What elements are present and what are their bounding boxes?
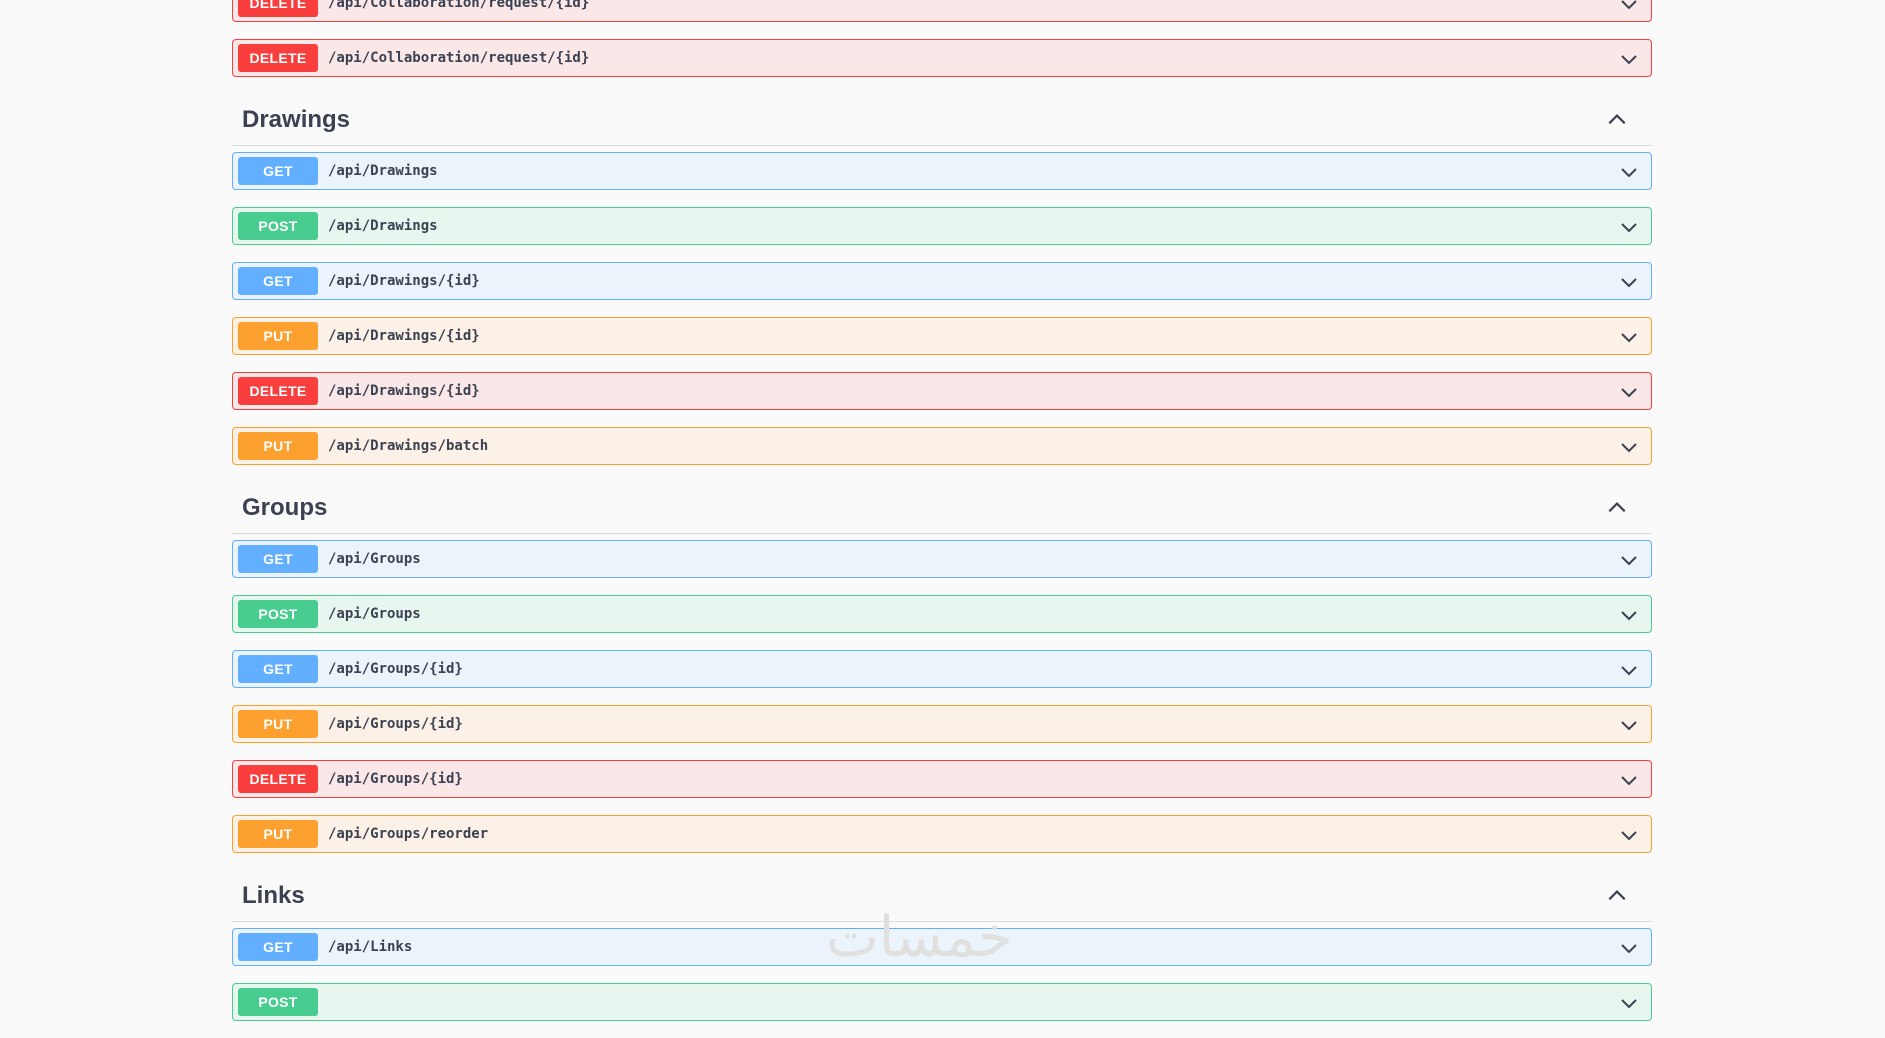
chevron-down-icon[interactable] [1619,715,1639,735]
operation-row-put[interactable]: PUT/api/Drawings/{id} [232,317,1652,355]
method-badge: GET [238,267,318,295]
operation-row-post[interactable]: POST [232,983,1652,1021]
operation-row-get[interactable]: GET/api/Groups [232,540,1652,578]
operation-row-get[interactable]: GET/api/Links [232,928,1652,966]
method-badge: GET [238,933,318,961]
endpoint-path: /api/Drawings/{id} [328,328,480,344]
chevron-down-icon[interactable] [1619,437,1639,457]
section-header-links[interactable]: Links [232,870,1652,922]
endpoint-path: /api/Drawings/batch [328,438,489,454]
chevron-up-icon[interactable] [1606,497,1628,519]
operation-row-delete[interactable]: DELETE/api/Collaboration/request/{id} [232,39,1652,77]
method-badge: GET [238,545,318,573]
method-badge: POST [238,212,318,240]
section-title: Links [242,881,305,909]
method-badge: GET [238,655,318,683]
section-title: Groups [242,493,328,521]
endpoint-path: /api/Groups [328,551,421,567]
endpoint-path: /api/Drawings [328,218,438,234]
endpoint-path: /api/Drawings/{id} [328,383,480,399]
chevron-up-icon[interactable] [1606,885,1628,907]
endpoint-path: /api/Drawings [328,163,438,179]
operation-row-delete[interactable]: DELETE/api/Collaboration/request/{id} [232,0,1652,22]
operation-row-get[interactable]: GET/api/Drawings [232,152,1652,190]
api-operations-list: DELETE/api/Collaboration/request/{id} DEL… [232,0,1652,1038]
operation-row-put[interactable]: PUT/api/Groups/reorder [232,815,1652,853]
operation-row-post[interactable]: POST/api/Groups [232,595,1652,633]
endpoint-path: /api/Links [328,939,413,955]
chevron-down-icon[interactable] [1619,162,1639,182]
endpoint-path: /api/Drawings/{id} [328,273,480,289]
chevron-down-icon[interactable] [1619,770,1639,790]
method-badge: PUT [238,710,318,738]
operation-row-put[interactable]: PUT/api/Groups/{id} [232,705,1652,743]
chevron-down-icon[interactable] [1619,605,1639,625]
method-badge: PUT [238,820,318,848]
method-badge: PUT [238,432,318,460]
operation-row-get[interactable]: GET/api/Groups/{id} [232,650,1652,688]
endpoint-path: /api/Groups/{id} [328,661,463,677]
operation-row-post[interactable]: POST/api/Drawings [232,207,1652,245]
chevron-down-icon[interactable] [1619,993,1639,1013]
method-badge: GET [238,157,318,185]
chevron-down-icon[interactable] [1619,49,1639,69]
chevron-down-icon[interactable] [1619,825,1639,845]
operation-row-delete[interactable]: DELETE/api/Groups/{id} [232,760,1652,798]
operation-row-get[interactable]: GET/api/Drawings/{id} [232,262,1652,300]
chevron-down-icon[interactable] [1619,938,1639,958]
section-header-drawings[interactable]: Drawings [232,94,1652,146]
endpoint-path: /api/Collaboration/request/{id} [328,50,590,66]
chevron-up-icon[interactable] [1606,109,1628,131]
method-badge: DELETE [238,377,318,405]
operation-row-put[interactable]: PUT/api/Drawings/batch [232,427,1652,465]
chevron-down-icon[interactable] [1619,382,1639,402]
method-badge: DELETE [238,0,318,17]
operation-row-delete[interactable]: DELETE/api/Drawings/{id} [232,372,1652,410]
chevron-down-icon[interactable] [1619,0,1639,14]
section-header-groups[interactable]: Groups [232,482,1652,534]
method-badge: POST [238,988,318,1016]
section-title: Drawings [242,105,351,133]
endpoint-path: /api/Groups/{id} [328,716,463,732]
chevron-down-icon[interactable] [1619,660,1639,680]
endpoint-path: /api/Collaboration/request/{id} [328,0,590,11]
chevron-down-icon[interactable] [1619,272,1639,292]
method-badge: PUT [238,322,318,350]
method-badge: DELETE [238,765,318,793]
endpoint-path: /api/Groups [328,606,421,622]
chevron-down-icon[interactable] [1619,327,1639,347]
method-badge: DELETE [238,44,318,72]
chevron-down-icon[interactable] [1619,217,1639,237]
chevron-down-icon[interactable] [1619,550,1639,570]
endpoint-path: /api/Groups/{id} [328,771,463,787]
endpoint-path: /api/Groups/reorder [328,826,489,842]
method-badge: POST [238,600,318,628]
